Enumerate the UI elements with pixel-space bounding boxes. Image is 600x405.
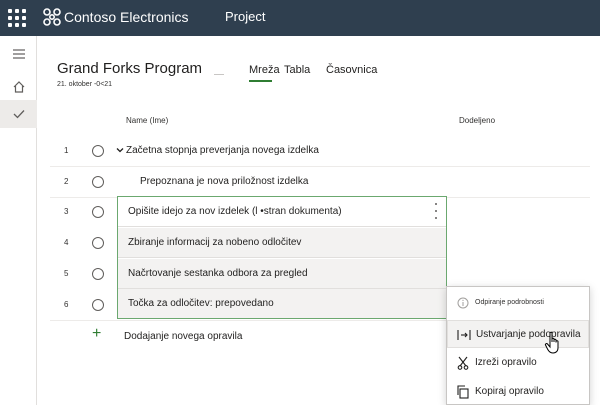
- chevron-down-icon[interactable]: [116, 146, 124, 154]
- menu-item-copy-task[interactable]: Kopiraj opravilo: [447, 378, 589, 405]
- check-icon[interactable]: [0, 100, 37, 128]
- brand-name[interactable]: Contoso Electronics: [64, 9, 189, 25]
- row-number: 2: [64, 177, 69, 186]
- row-number: 6: [64, 300, 69, 309]
- active-tab-indicator: [249, 80, 272, 82]
- row-number: 1: [64, 146, 69, 155]
- menu-item-label: Kopiraj opravilo: [475, 386, 544, 397]
- complete-task-radio[interactable]: [92, 145, 104, 157]
- contoso-logo-icon: [43, 8, 61, 26]
- complete-task-radio[interactable]: [92, 299, 104, 311]
- complete-task-radio[interactable]: [92, 268, 104, 280]
- menu-item-label: Odpiranje podrobnosti: [475, 299, 544, 306]
- complete-task-radio[interactable]: [92, 176, 104, 188]
- menu-item-cut-task[interactable]: Izreži opravilo: [447, 349, 589, 377]
- menu-item-label: Ustvarjanje podopravila: [476, 329, 581, 340]
- home-icon[interactable]: [0, 73, 37, 101]
- plan-date: 21. oktober -0<21: [57, 81, 113, 88]
- row-number: 4: [64, 238, 69, 247]
- top-bar: Contoso Electronics Project: [0, 0, 600, 36]
- complete-task-radio[interactable]: [92, 206, 104, 218]
- plan-title[interactable]: Grand Forks Program: [57, 60, 202, 77]
- row-number: 5: [64, 269, 69, 278]
- table-row[interactable]: 2 Prepoznana je nova priložnost izdelka: [50, 167, 590, 198]
- task-name[interactable]: Začetna stopnja preverjanja novega izdel…: [126, 145, 319, 156]
- info-icon: [455, 295, 471, 311]
- menu-item-create-subtask[interactable]: Ustvarjanje podopravila: [447, 320, 589, 348]
- complete-task-radio[interactable]: [92, 237, 104, 249]
- context-menu: Odpiranje podrobnosti Ustvarjanje podopr…: [446, 286, 590, 405]
- menu-item-open-details[interactable]: Odpiranje podrobnosti: [447, 289, 589, 317]
- app-name: Project: [225, 9, 266, 24]
- left-rail: [0, 36, 37, 405]
- scissors-icon: [455, 355, 471, 371]
- selection-outline: [117, 196, 447, 319]
- add-task-button[interactable]: Dodajanje novega opravila: [124, 331, 242, 342]
- add-task-plus-icon[interactable]: +: [92, 326, 101, 342]
- tab-board[interactable]: Tabla: [284, 64, 310, 76]
- title-divider: [214, 74, 224, 75]
- tab-timeline[interactable]: Časovnica: [326, 64, 377, 76]
- copy-icon: [455, 384, 471, 400]
- indent-icon: [456, 327, 472, 343]
- column-header-name[interactable]: Name (Ime): [126, 116, 168, 125]
- table-row[interactable]: 1 Začetna stopnja preverjanja novega izd…: [50, 136, 590, 167]
- app-launcher-icon[interactable]: [8, 9, 26, 27]
- tab-grid[interactable]: Mreža: [249, 64, 280, 76]
- task-name[interactable]: Prepoznana je nova priložnost izdelka: [140, 176, 308, 187]
- hamburger-icon[interactable]: [0, 40, 37, 68]
- hand-pointer-cursor-icon: [544, 331, 559, 354]
- row-number: 3: [64, 207, 69, 216]
- menu-item-label: Izreži opravilo: [475, 357, 537, 368]
- column-header-assigned[interactable]: Dodeljeno: [459, 116, 495, 125]
